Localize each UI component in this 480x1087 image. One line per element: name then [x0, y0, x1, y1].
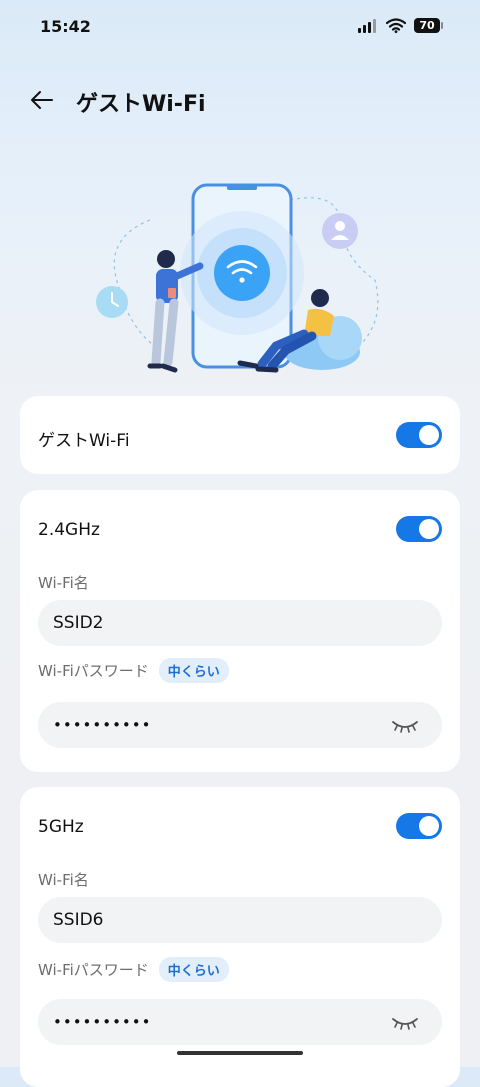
guest-wifi-card: ゲストWi-Fi [20, 396, 460, 474]
back-arrow-icon [31, 91, 53, 109]
password-input[interactable]: •••••••••• [38, 999, 442, 1045]
password-label: Wi-Fiパスワード 中くらい [38, 658, 229, 683]
status-time: 15:42 [40, 17, 91, 36]
ssid-input[interactable]: SSID2 [38, 600, 442, 646]
band-5ghz-label: 5GHz [38, 817, 84, 837]
ssid-label-text: Wi-Fi名 [38, 871, 89, 889]
band-24ghz-card: 2.4GHz Wi-Fi名 SSID2 Wi-Fiパスワード 中くらい ••••… [20, 490, 460, 772]
ssid-label-text: Wi-Fi名 [38, 574, 89, 592]
ssid-input[interactable]: SSID6 [38, 897, 442, 943]
header: ゲストWi-Fi [0, 78, 480, 122]
ssid-label: Wi-Fi名 [38, 869, 89, 890]
toggle-knob [419, 519, 439, 539]
signal-icon [358, 18, 376, 33]
ssid-label: Wi-Fi名 [38, 572, 89, 593]
toggle-knob [419, 425, 439, 445]
page-title: ゲストWi-Fi [76, 92, 206, 117]
guest-wifi-label: ゲストWi-Fi [38, 431, 130, 451]
band-5ghz-toggle[interactable] [396, 813, 442, 839]
guest-wifi-toggle[interactable] [396, 422, 442, 448]
password-label-text: Wi-Fiパスワード [38, 662, 149, 680]
home-indicator [177, 1051, 303, 1055]
password-label: Wi-Fiパスワード 中くらい [38, 957, 229, 982]
guest-wifi-illustration [96, 183, 379, 373]
password-value: •••••••••• [53, 1013, 152, 1031]
band-5ghz-card: 5GHz Wi-Fi名 SSID6 Wi-Fiパスワード 中くらい ••••••… [20, 787, 460, 1087]
password-strength-badge: 中くらい [158, 957, 229, 982]
eye-closed-icon[interactable] [390, 716, 420, 734]
band-24ghz-toggle[interactable] [396, 516, 442, 542]
back-button[interactable] [26, 84, 58, 116]
status-icons: 70 [358, 18, 443, 33]
toggle-knob [419, 816, 439, 836]
password-value: •••••••••• [53, 716, 152, 734]
ssid-value: SSID6 [53, 910, 104, 930]
battery-indicator: 70 [414, 18, 443, 33]
hero-illustration [0, 170, 480, 385]
password-input[interactable]: •••••••••• [38, 702, 442, 748]
password-strength-badge: 中くらい [158, 658, 229, 683]
password-label-text: Wi-Fiパスワード [38, 961, 149, 979]
status-bar: 15:42 70 [0, 0, 480, 54]
band-24ghz-label: 2.4GHz [38, 520, 100, 540]
eye-closed-icon[interactable] [390, 1013, 420, 1031]
ssid-value: SSID2 [53, 613, 104, 633]
wifi-status-icon [386, 18, 406, 33]
